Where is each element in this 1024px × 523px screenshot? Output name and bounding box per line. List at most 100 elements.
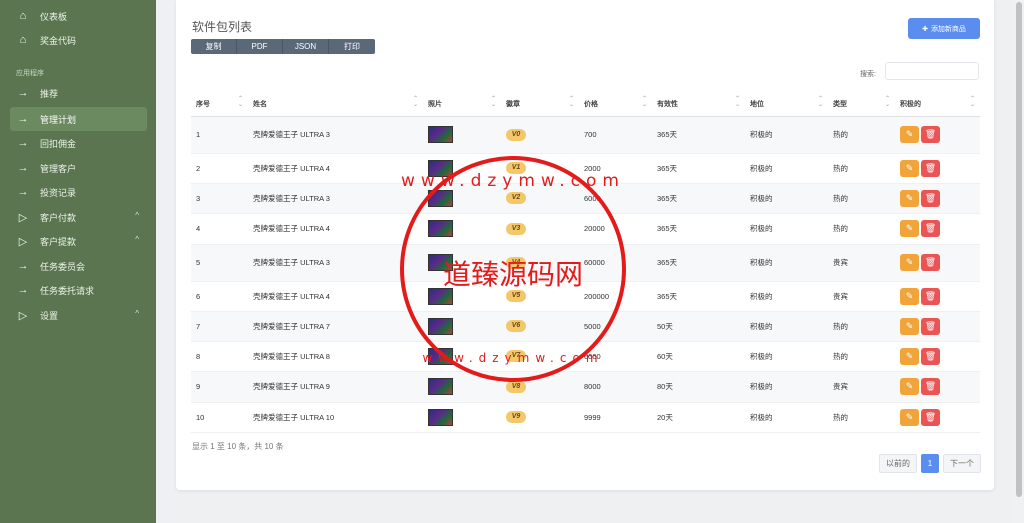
copy-button[interactable]: 复制	[191, 39, 237, 54]
delete-button[interactable]: 🗑	[921, 317, 940, 335]
chevron-up-icon: ^	[135, 309, 139, 318]
trash-icon: 🗑	[924, 129, 937, 139]
column-header[interactable]: 姓名 ⌃ ⌄	[248, 92, 423, 117]
package-name: 壳牌爱德王子 ULTRA 7	[248, 311, 423, 342]
package-type: 热的	[828, 153, 895, 184]
badge-cell: V0	[501, 116, 579, 154]
package-type: 贵宾	[828, 371, 895, 403]
edit-button[interactable]: ✎	[900, 189, 919, 207]
pencil-icon: ✎	[905, 129, 914, 139]
sidebar-item[interactable]: → 管理客户	[10, 156, 147, 180]
badge-cell: V8	[501, 371, 579, 403]
package-thumbnail-image	[428, 317, 453, 335]
sidebar-item[interactable]: → 管理计划	[10, 107, 147, 131]
add-new-product-button[interactable]: ✚ 添加新商品	[908, 18, 980, 39]
row-index: 10	[191, 402, 248, 433]
column-header[interactable]: 序号 ⌃ ⌄	[191, 92, 248, 117]
current-page-button[interactable]: 1	[921, 454, 939, 473]
badge-cell: V2	[501, 183, 579, 214]
sidebar-item[interactable]: → 任务委员会	[10, 254, 147, 278]
trash-icon: 🗑	[924, 411, 937, 422]
sidebar-item[interactable]: → 推荐	[10, 81, 147, 105]
delete-button[interactable]: 🗑	[921, 254, 940, 271]
package-name: 壳牌爱德王子 ULTRA 3	[248, 183, 423, 214]
sidebar-item[interactable]: → 回扣佣金	[10, 131, 147, 155]
sort-icon: ⌃ ⌄	[237, 96, 243, 108]
prev-page-button[interactable]: 以前的	[879, 454, 917, 473]
table-row: 2 壳牌爱德王子 ULTRA 4 V1 2000 365天 积极的 热的 ✎ 🗑	[191, 153, 980, 184]
delete-button[interactable]: 🗑	[921, 220, 940, 237]
delete-button[interactable]: 🗑	[921, 189, 940, 207]
edit-button[interactable]: ✎	[900, 126, 919, 143]
package-type: 热的	[828, 311, 895, 342]
sidebar-item[interactable]: → 任务委托请求	[10, 278, 147, 302]
sort-icon: ⌃ ⌄	[734, 96, 740, 108]
print-button[interactable]: 打印	[329, 39, 375, 54]
sidebar-item-label: 仪表板	[40, 11, 68, 22]
json-button[interactable]: JSON	[283, 39, 329, 54]
search-input[interactable]	[885, 62, 979, 80]
vip-badge: V2	[506, 192, 526, 204]
row-actions: ✎ 🗑	[895, 341, 980, 372]
package-photo	[423, 213, 501, 245]
badge-cell: V9	[501, 402, 579, 433]
column-header[interactable]: 徽章 ⌃ ⌄	[501, 92, 579, 117]
package-type: 贵宾	[828, 244, 895, 282]
edit-button[interactable]: ✎	[900, 254, 919, 271]
row-actions: ✎ 🗑	[895, 371, 980, 403]
edit-button[interactable]: ✎	[900, 378, 919, 395]
sidebar-item[interactable]: ▷ 设置 ^	[10, 303, 147, 327]
package-thumbnail-image	[428, 254, 453, 271]
column-header[interactable]: 价格 ⌃ ⌄	[579, 92, 652, 117]
edit-button[interactable]: ✎	[900, 159, 919, 177]
badge-cell: V5	[501, 281, 579, 312]
sidebar-item[interactable]: ▷ 客户付款 ^	[10, 205, 147, 229]
vip-badge: V7	[506, 350, 526, 362]
column-header-label: 徽章	[506, 100, 520, 108]
delete-button[interactable]: 🗑	[921, 287, 940, 305]
package-photo	[423, 341, 501, 372]
sidebar-item[interactable]: ⌂ 仪表板	[10, 4, 147, 28]
delete-button[interactable]: 🗑	[921, 347, 940, 365]
page-scrollbar[interactable]	[1014, 0, 1024, 523]
arrow-right-icon: →	[17, 260, 29, 272]
column-header[interactable]: 地位 ⌃ ⌄	[745, 92, 828, 117]
pdf-button[interactable]: PDF	[237, 39, 283, 54]
package-price: 6000	[579, 183, 652, 214]
sidebar-item[interactable]: → 投资记录	[10, 180, 147, 204]
sidebar-item[interactable]: ⌂ 奖金代码	[10, 28, 147, 52]
package-validity: 80天	[652, 371, 745, 403]
chevron-up-icon: ^	[135, 211, 139, 220]
edit-button[interactable]: ✎	[900, 408, 919, 426]
badge-cell: V6	[501, 311, 579, 342]
sidebar-item[interactable]: ▷ 客户提款 ^	[10, 229, 147, 253]
badge-cell: V3	[501, 213, 579, 245]
package-name: 壳牌爱德王子 ULTRA 10	[248, 402, 423, 433]
edit-button[interactable]: ✎	[900, 317, 919, 335]
package-name: 壳牌爱德王子 ULTRA 4	[248, 281, 423, 312]
scrollbar-thumb[interactable]	[1016, 2, 1022, 497]
edit-button[interactable]: ✎	[900, 287, 919, 305]
delete-button[interactable]: 🗑	[921, 408, 940, 426]
next-page-button[interactable]: 下一个	[943, 454, 981, 473]
edit-button[interactable]: ✎	[900, 220, 919, 237]
sort-icon: ⌃ ⌄	[568, 96, 574, 108]
pencil-icon: ✎	[905, 350, 914, 361]
delete-button[interactable]: 🗑	[921, 126, 940, 143]
table-row: 3 壳牌爱德王子 ULTRA 3 V2 6000 365天 积极的 热的 ✎ 🗑	[191, 183, 980, 214]
column-header[interactable]: 类型 ⌃ ⌄	[828, 92, 895, 117]
delete-button[interactable]: 🗑	[921, 159, 940, 177]
edit-button[interactable]: ✎	[900, 347, 919, 365]
search-label: 搜索:	[860, 71, 876, 78]
column-header[interactable]: 照片 ⌃ ⌄	[423, 92, 501, 117]
sidebar-item-label: 回扣佣金	[40, 138, 77, 149]
package-thumbnail-image	[428, 189, 453, 207]
package-price: 9999	[579, 402, 652, 433]
play-icon: ▷	[18, 309, 28, 322]
column-header[interactable]: 有效性 ⌃ ⌄	[652, 92, 745, 117]
delete-button[interactable]: 🗑	[921, 378, 940, 395]
package-price: 2000	[579, 153, 652, 184]
package-status: 积极的	[745, 371, 828, 403]
column-header[interactable]: 积极的 ⌃ ⌄	[895, 92, 980, 117]
vip-badge: V9	[506, 411, 526, 423]
